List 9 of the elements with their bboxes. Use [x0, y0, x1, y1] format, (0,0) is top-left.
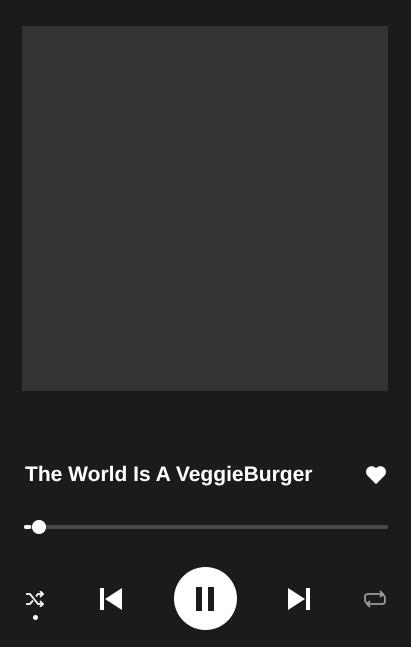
shuffle-icon[interactable] [25, 591, 45, 607]
progress-thumb[interactable] [32, 520, 46, 534]
heart-icon[interactable] [365, 465, 387, 485]
pause-icon [195, 586, 215, 610]
track-title: The World Is A VeggieBurger [25, 463, 312, 487]
progress-slider[interactable] [24, 520, 388, 534]
repeat-icon[interactable] [364, 590, 386, 608]
next-icon[interactable] [287, 586, 312, 610]
previous-icon[interactable] [98, 586, 123, 610]
